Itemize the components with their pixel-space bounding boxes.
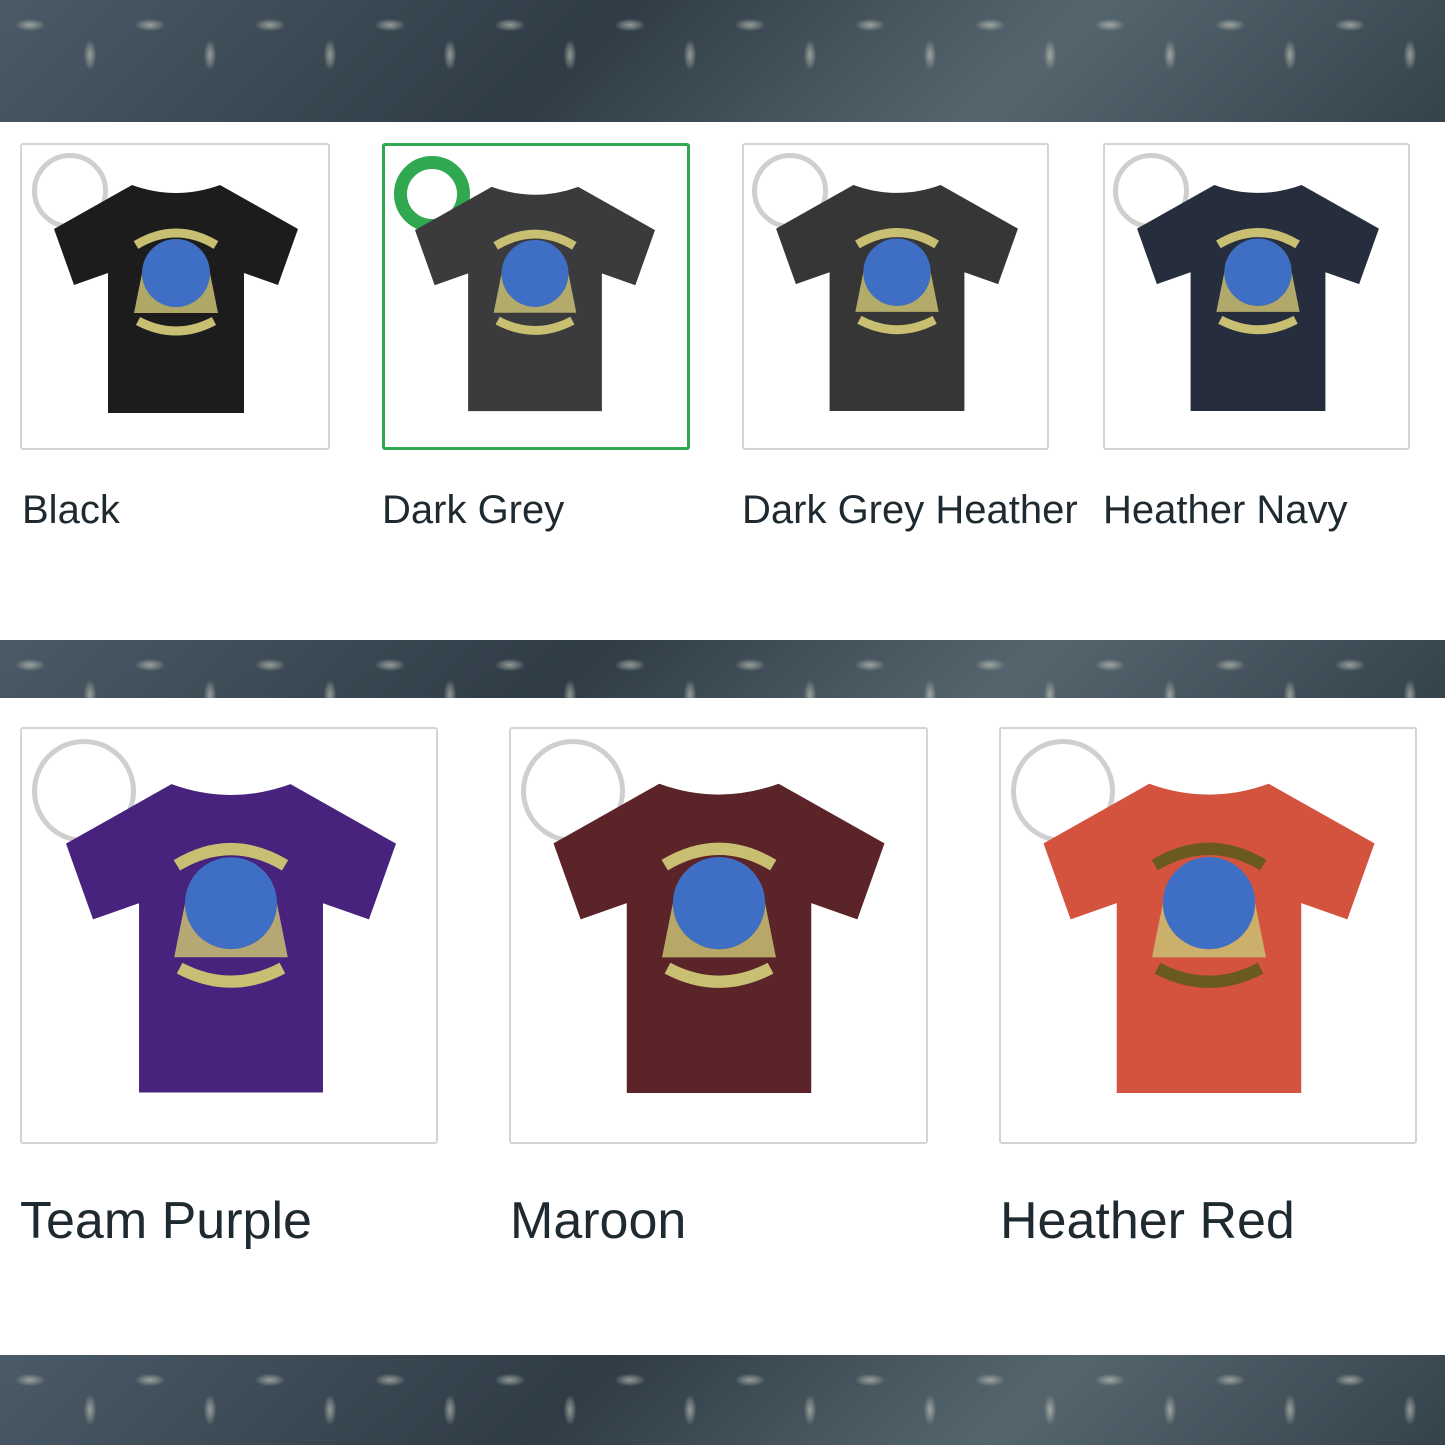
t-shirt-icon xyxy=(66,784,396,1093)
swatch-card-dark-grey-heather[interactable] xyxy=(742,143,1049,450)
swatch-card-maroon[interactable] xyxy=(509,727,928,1144)
t-shirt-icon xyxy=(54,185,298,413)
swatch-card-heather-red[interactable] xyxy=(999,727,1417,1144)
swatch-label-team-purple: Team Purple xyxy=(20,1192,312,1250)
t-shirt-icon xyxy=(1043,783,1375,1093)
swatch-label-heather-navy: Heather Navy xyxy=(1103,488,1348,532)
t-shirt-icon xyxy=(415,186,655,412)
swatch-label-black: Black xyxy=(22,488,120,532)
t-shirt-icon xyxy=(776,184,1018,411)
swatch-card-heather-navy[interactable] xyxy=(1103,143,1410,450)
swatch-card-dark-grey[interactable] xyxy=(382,143,690,450)
diamond-plate-band-bottom xyxy=(0,1355,1445,1445)
swatch-card-team-purple[interactable] xyxy=(20,727,438,1144)
t-shirt-icon xyxy=(553,783,885,1093)
swatch-label-dark-grey-heather: Dark Grey Heather xyxy=(742,488,1078,532)
swatch-card-black[interactable] xyxy=(20,143,330,450)
diamond-plate-band-middle xyxy=(0,640,1445,698)
swatch-label-maroon: Maroon xyxy=(510,1192,687,1250)
swatch-label-heather-red: Heather Red xyxy=(1000,1192,1295,1250)
diamond-plate-band-top xyxy=(0,0,1445,122)
swatch-label-dark-grey: Dark Grey xyxy=(382,488,565,532)
t-shirt-icon xyxy=(1137,184,1379,411)
